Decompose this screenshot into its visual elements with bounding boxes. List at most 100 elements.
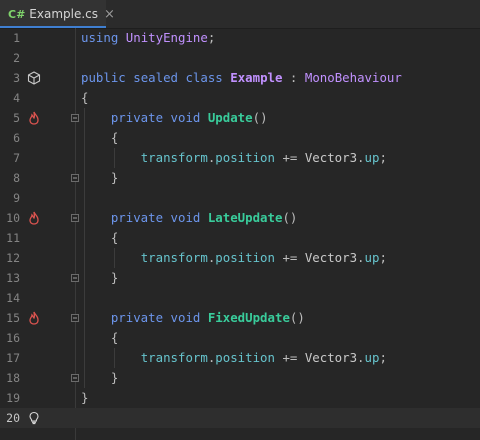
code-token: . [357, 150, 365, 165]
code-token: void [170, 310, 201, 325]
code-line[interactable]: 17 transform.position += Vector3.up; [0, 348, 480, 368]
code-text[interactable]: public sealed class Example : MonoBehavi… [81, 68, 402, 88]
code-text[interactable]: } [81, 268, 118, 288]
fold-toggle-icon[interactable] [71, 274, 79, 282]
code-text[interactable]: } [81, 368, 118, 388]
code-token: up [364, 150, 380, 165]
code-token: ; [379, 250, 387, 265]
tab-filename: Example.cs [29, 7, 99, 21]
code-token: { [81, 130, 119, 145]
hot-path-icon[interactable] [27, 111, 41, 125]
tab-example-cs[interactable]: C# Example.cs × [0, 0, 115, 28]
code-token: += [274, 250, 305, 265]
line-number: 11 [6, 231, 20, 245]
code-token: UnityEngine [125, 30, 208, 45]
code-line[interactable]: 1 using UnityEngine; [0, 28, 480, 48]
line-number: 9 [13, 191, 20, 205]
line-number: 17 [6, 351, 20, 365]
line-number: 10 [6, 211, 20, 225]
line-number: 16 [6, 331, 20, 345]
hot-path-icon[interactable] [27, 311, 41, 325]
code-token: public [81, 70, 126, 85]
code-text[interactable]: private void Update() [81, 108, 268, 128]
code-token: Vector3 [304, 350, 358, 365]
code-line[interactable]: 9 [0, 188, 480, 208]
code-token: } [81, 270, 119, 285]
code-editor[interactable]: 1 using UnityEngine; 2 3 public sealed class… [0, 28, 480, 440]
code-token: { [81, 330, 119, 345]
code-text[interactable]: transform.position += Vector3.up; [81, 348, 387, 368]
code-token: { [81, 230, 119, 245]
code-line[interactable]: 20 [0, 408, 480, 428]
code-line[interactable]: 6 { [0, 128, 480, 148]
line-number: 4 [13, 91, 20, 105]
code-token: transform [140, 250, 208, 265]
code-line[interactable]: 16 { [0, 328, 480, 348]
code-token: ; [379, 350, 387, 365]
fold-toggle-icon[interactable] [71, 174, 79, 182]
code-text[interactable]: { [81, 228, 118, 248]
code-text[interactable]: transform.position += Vector3.up; [81, 148, 387, 168]
code-line[interactable]: 4{ [0, 88, 480, 108]
code-token: () [289, 310, 305, 325]
code-line[interactable]: 14 [0, 288, 480, 308]
code-token: . [357, 350, 365, 365]
code-line[interactable]: 10 private void LateUpdate() [0, 208, 480, 228]
code-token: LateUpdate [207, 210, 283, 225]
code-line[interactable]: 8 } [0, 168, 480, 188]
code-text[interactable]: { [81, 328, 118, 348]
fold-toggle-icon[interactable] [71, 314, 79, 322]
code-line[interactable]: 18 } [0, 368, 480, 388]
code-token: } [81, 370, 119, 385]
code-text[interactable]: using UnityEngine; [81, 28, 215, 48]
lightbulb-icon[interactable] [27, 411, 41, 425]
code-token: transform [140, 350, 208, 365]
line-number: 14 [6, 291, 20, 305]
line-number: 15 [6, 311, 20, 325]
code-text[interactable]: { [81, 128, 118, 148]
fold-toggle-icon[interactable] [71, 214, 79, 222]
close-icon[interactable]: × [104, 7, 115, 22]
code-token: private [110, 110, 164, 125]
indent-guide [113, 248, 115, 268]
code-text[interactable]: private void FixedUpdate() [81, 308, 305, 328]
line-number: 5 [13, 111, 20, 125]
code-token: transform [140, 150, 208, 165]
code-line[interactable]: 15 private void FixedUpdate() [0, 308, 480, 328]
code-token: private [110, 310, 164, 325]
code-text[interactable]: } [81, 388, 88, 408]
fold-toggle-icon[interactable] [71, 114, 79, 122]
code-line[interactable]: 12 transform.position += Vector3.up; [0, 248, 480, 268]
code-token: { [81, 90, 89, 105]
code-token: () [282, 210, 298, 225]
unity-icon[interactable] [27, 71, 41, 85]
code-token: position [215, 150, 275, 165]
code-text[interactable]: { [81, 88, 88, 108]
code-line[interactable]: 7 transform.position += Vector3.up; [0, 148, 480, 168]
code-line[interactable]: 3 public sealed class Example : MonoBehav… [0, 68, 480, 88]
fold-toggle-icon[interactable] [71, 374, 79, 382]
code-text[interactable]: transform.position += Vector3.up; [81, 248, 387, 268]
code-line[interactable]: 19} [0, 388, 480, 408]
code-line[interactable]: 11 { [0, 228, 480, 248]
code-text[interactable]: } [81, 168, 118, 188]
code-token: : [282, 70, 305, 85]
code-text[interactable]: private void LateUpdate() [81, 208, 298, 228]
code-line[interactable]: 2 [0, 48, 480, 68]
code-token: MonoBehaviour [304, 70, 402, 85]
line-number: 3 [13, 71, 20, 85]
code-token: position [215, 250, 275, 265]
code-token: position [215, 350, 275, 365]
code-token: } [81, 390, 89, 405]
hot-path-icon[interactable] [27, 211, 41, 225]
line-number: 18 [6, 371, 20, 385]
code-line[interactable]: 5 private void Update() [0, 108, 480, 128]
line-number: 7 [13, 151, 20, 165]
code-line[interactable]: 13 } [0, 268, 480, 288]
